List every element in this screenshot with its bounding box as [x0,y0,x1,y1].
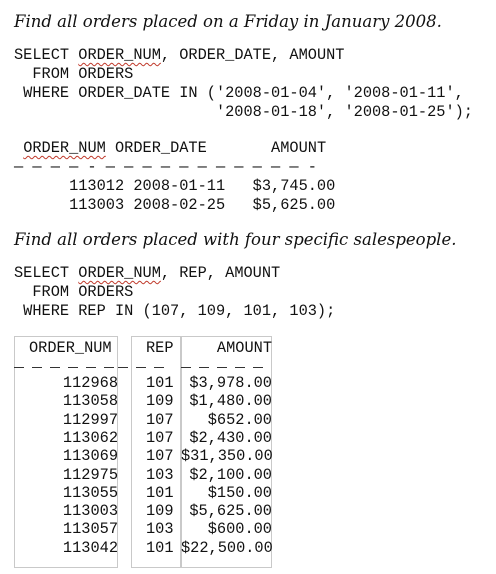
order-num-cell: 113055 [62,483,118,502]
column-header-amount: AMOUNT [216,339,272,357]
column-header-order-num: ORDER_NUM [29,339,112,357]
example2-sql-code: SELECT ORDER_NUM, REP, AMOUNT FROM ORDER… [14,264,335,321]
amount-cell: $150.00 [207,483,272,502]
example2-caption: Find all orders placed with four specifi… [14,230,457,249]
amount-cell: $2,100.00 [189,465,272,484]
order-num-cell: 113062 [62,428,118,447]
rep-cell: 107 [146,428,174,447]
example1-sql-code: SELECT ORDER_NUM, ORDER_DATE, AMOUNT FRO… [14,46,473,122]
rep-cell: 101 [146,374,174,392]
sql-line: WHERE ORDER_DATE IN ('2008-01-04', '2008… [14,84,464,102]
sql-line: FROM ORDERS [14,65,134,83]
order-num-cell: 113058 [62,392,118,411]
rep-cell: 109 [146,392,174,411]
sql-line: WHERE REP IN (107, 109, 101, 103); [14,302,336,320]
separator-dash [14,367,24,368]
separator-dash [104,367,114,368]
amount-cell: $22,500.00 [181,538,272,557]
example1-caption: Find all orders placed on a Friday in Ja… [14,12,442,31]
spellcheck-word: ORDER_NUM [23,139,106,157]
separator-dash [154,367,164,368]
separator-dash [50,367,60,368]
order-num-cell: 113003 [62,502,118,521]
rep-cell: 101 [146,483,174,502]
separator-dash [32,367,42,368]
sql-line: SELECT ORDER_NUM, REP, AMOUNT [14,264,281,282]
example1-result-separator: — — — — - — — — — — — — — — — — - [14,158,317,176]
amount-cell: $1,480.00 [189,392,272,411]
separator-dash [199,367,209,368]
column-header-rep: REP [146,339,174,357]
separator-dash [118,367,128,368]
sql-line: FROM ORDERS [14,283,134,301]
separator-dash [136,367,146,368]
sql-line: SELECT ORDER_NUM, ORDER_DATE, AMOUNT [14,46,345,64]
order-num-cell: 113057 [62,520,118,539]
amount-cell: $5,625.00 [189,502,272,521]
order-num-cell: 113042 [62,538,118,557]
rep-cell: 107 [146,410,174,429]
table-row: 113003 2008-02-25 $5,625.00 [14,196,336,214]
spellcheck-word: ORDER_NUM [78,264,161,282]
amount-cell: $3,978.00 [189,374,272,392]
order-num-cell: 112968 [62,374,118,392]
example1-result-header: ORDER_NUM ORDER_DATE AMOUNT [23,139,327,157]
separator-dash [68,367,78,368]
rep-cell: 107 [146,447,174,466]
example2-result-table: ORDER_NUM REP AMOUNT 112968 101 $3,978.00 1130… [14,336,272,568]
order-num-cell: 112997 [62,410,118,429]
amount-cell: $652.00 [207,410,272,429]
separator-dash [217,367,227,368]
example1-result-rows: 113012 2008-01-11 $3,745.00 113003 2008-… [14,177,335,215]
spellcheck-word: ORDER_NUM [78,46,161,64]
order-num-cell: 113069 [62,447,118,466]
sql-line: '2008-01-18', '2008-01-25'); [14,103,473,121]
order-num-cell: 112975 [62,465,118,484]
amount-cell: $2,430.00 [189,428,272,447]
rep-cell: 109 [146,502,174,521]
amount-cell: $31,350.00 [181,447,272,466]
table-row: 113012 2008-01-11 $3,745.00 [14,177,336,195]
rep-cell: 103 [146,520,174,539]
separator-dash [86,367,96,368]
separator-dash [253,367,263,368]
separator-dash [181,367,191,368]
amount-cell: $600.00 [207,520,272,539]
rep-cell: 103 [146,465,174,484]
rep-cell: 101 [146,538,174,557]
separator-dash [235,367,245,368]
